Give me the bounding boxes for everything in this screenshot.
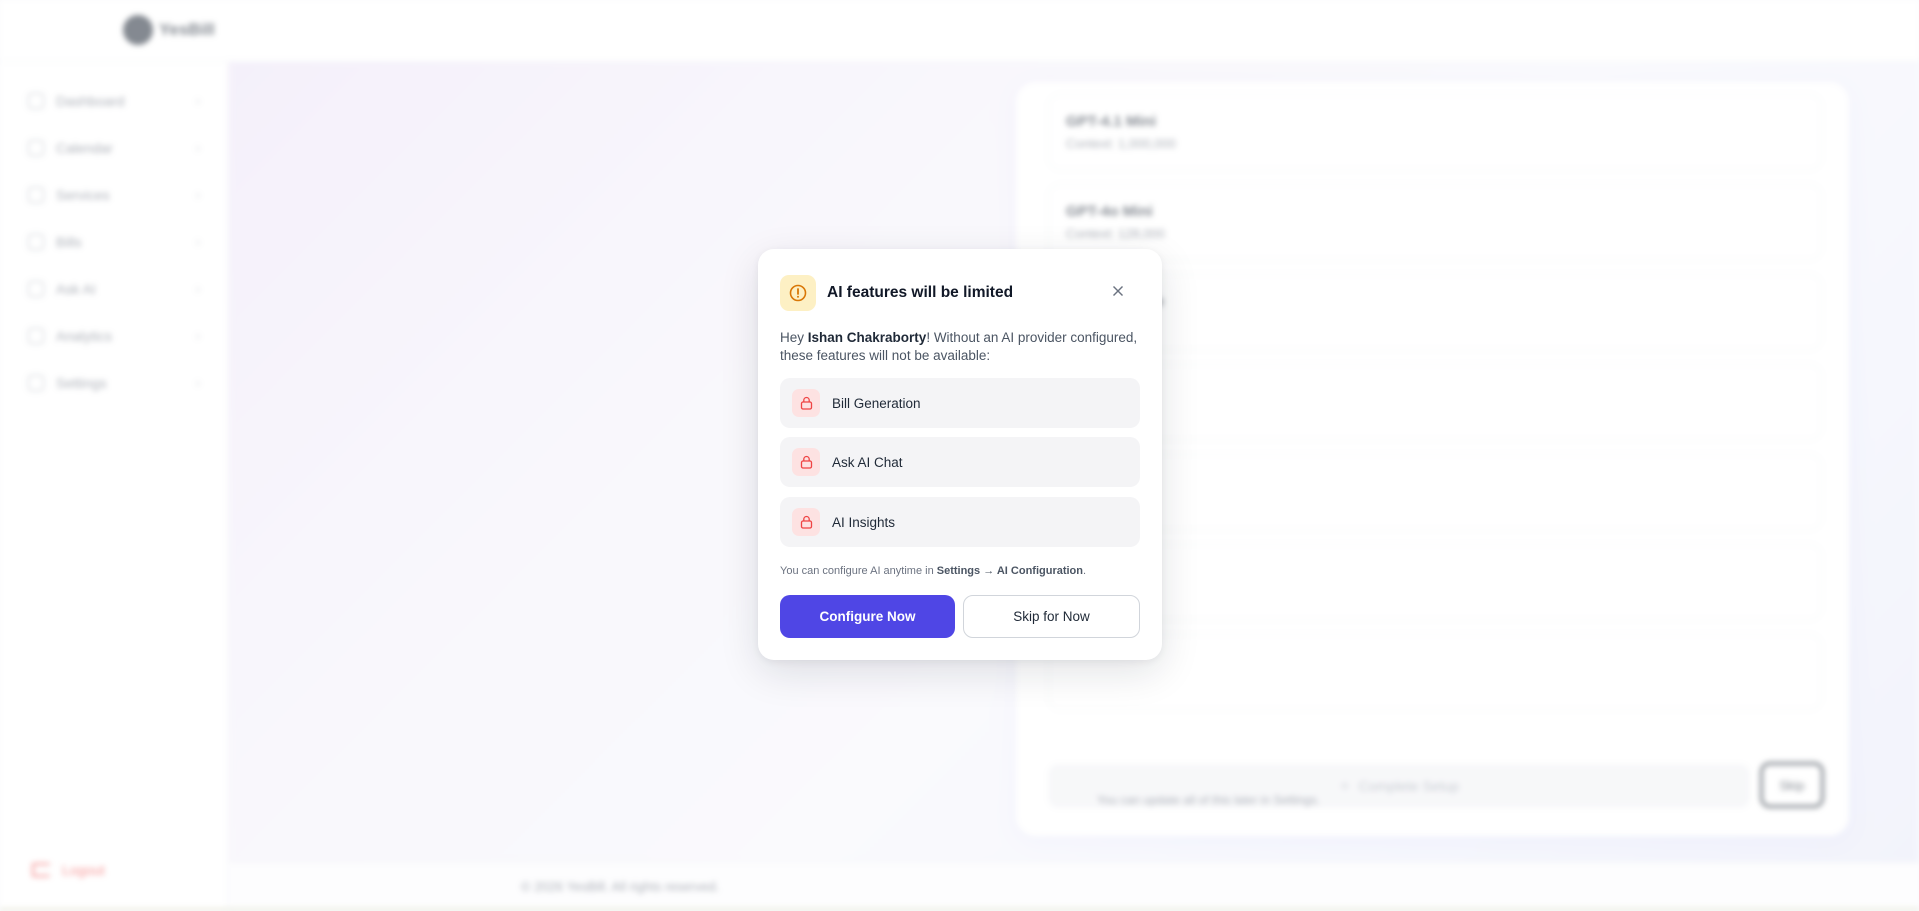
lock-icon <box>792 448 820 476</box>
settings-path: Settings → AI Configuration <box>936 565 1083 577</box>
ai-limited-dialog: AI features will be limited Hey Ishan Ch… <box>758 249 1162 660</box>
close-icon <box>1113 286 1123 296</box>
skip-for-now-button[interactable]: Skip for Now <box>963 595 1140 638</box>
feature-label: Ask AI Chat <box>832 454 903 470</box>
configure-hint: You can configure AI anytime in Settings… <box>780 565 1086 577</box>
hint-suffix: . <box>1083 565 1087 577</box>
lock-icon <box>792 508 820 536</box>
feature-item-bill-generation: Bill Generation <box>780 378 1140 428</box>
feature-item-ask-ai-chat: Ask AI Chat <box>780 437 1140 487</box>
feature-item-ai-insights: AI Insights <box>780 497 1140 547</box>
configure-now-button[interactable]: Configure Now <box>780 595 955 638</box>
feature-label: AI Insights <box>832 514 896 530</box>
warning-icon <box>780 275 816 311</box>
lock-icon <box>792 389 820 417</box>
hint-text: You can configure AI anytime in <box>780 565 937 577</box>
user-name: Ishan Chakraborty <box>807 330 927 345</box>
feature-label: Bill Generation <box>832 395 921 411</box>
dialog-message: Hey Ishan Chakraborty! Without an AI pro… <box>780 329 1144 365</box>
greeting-text: Hey <box>780 330 808 345</box>
dialog-title: AI features will be limited <box>827 284 1014 301</box>
close-button[interactable] <box>1106 279 1130 303</box>
